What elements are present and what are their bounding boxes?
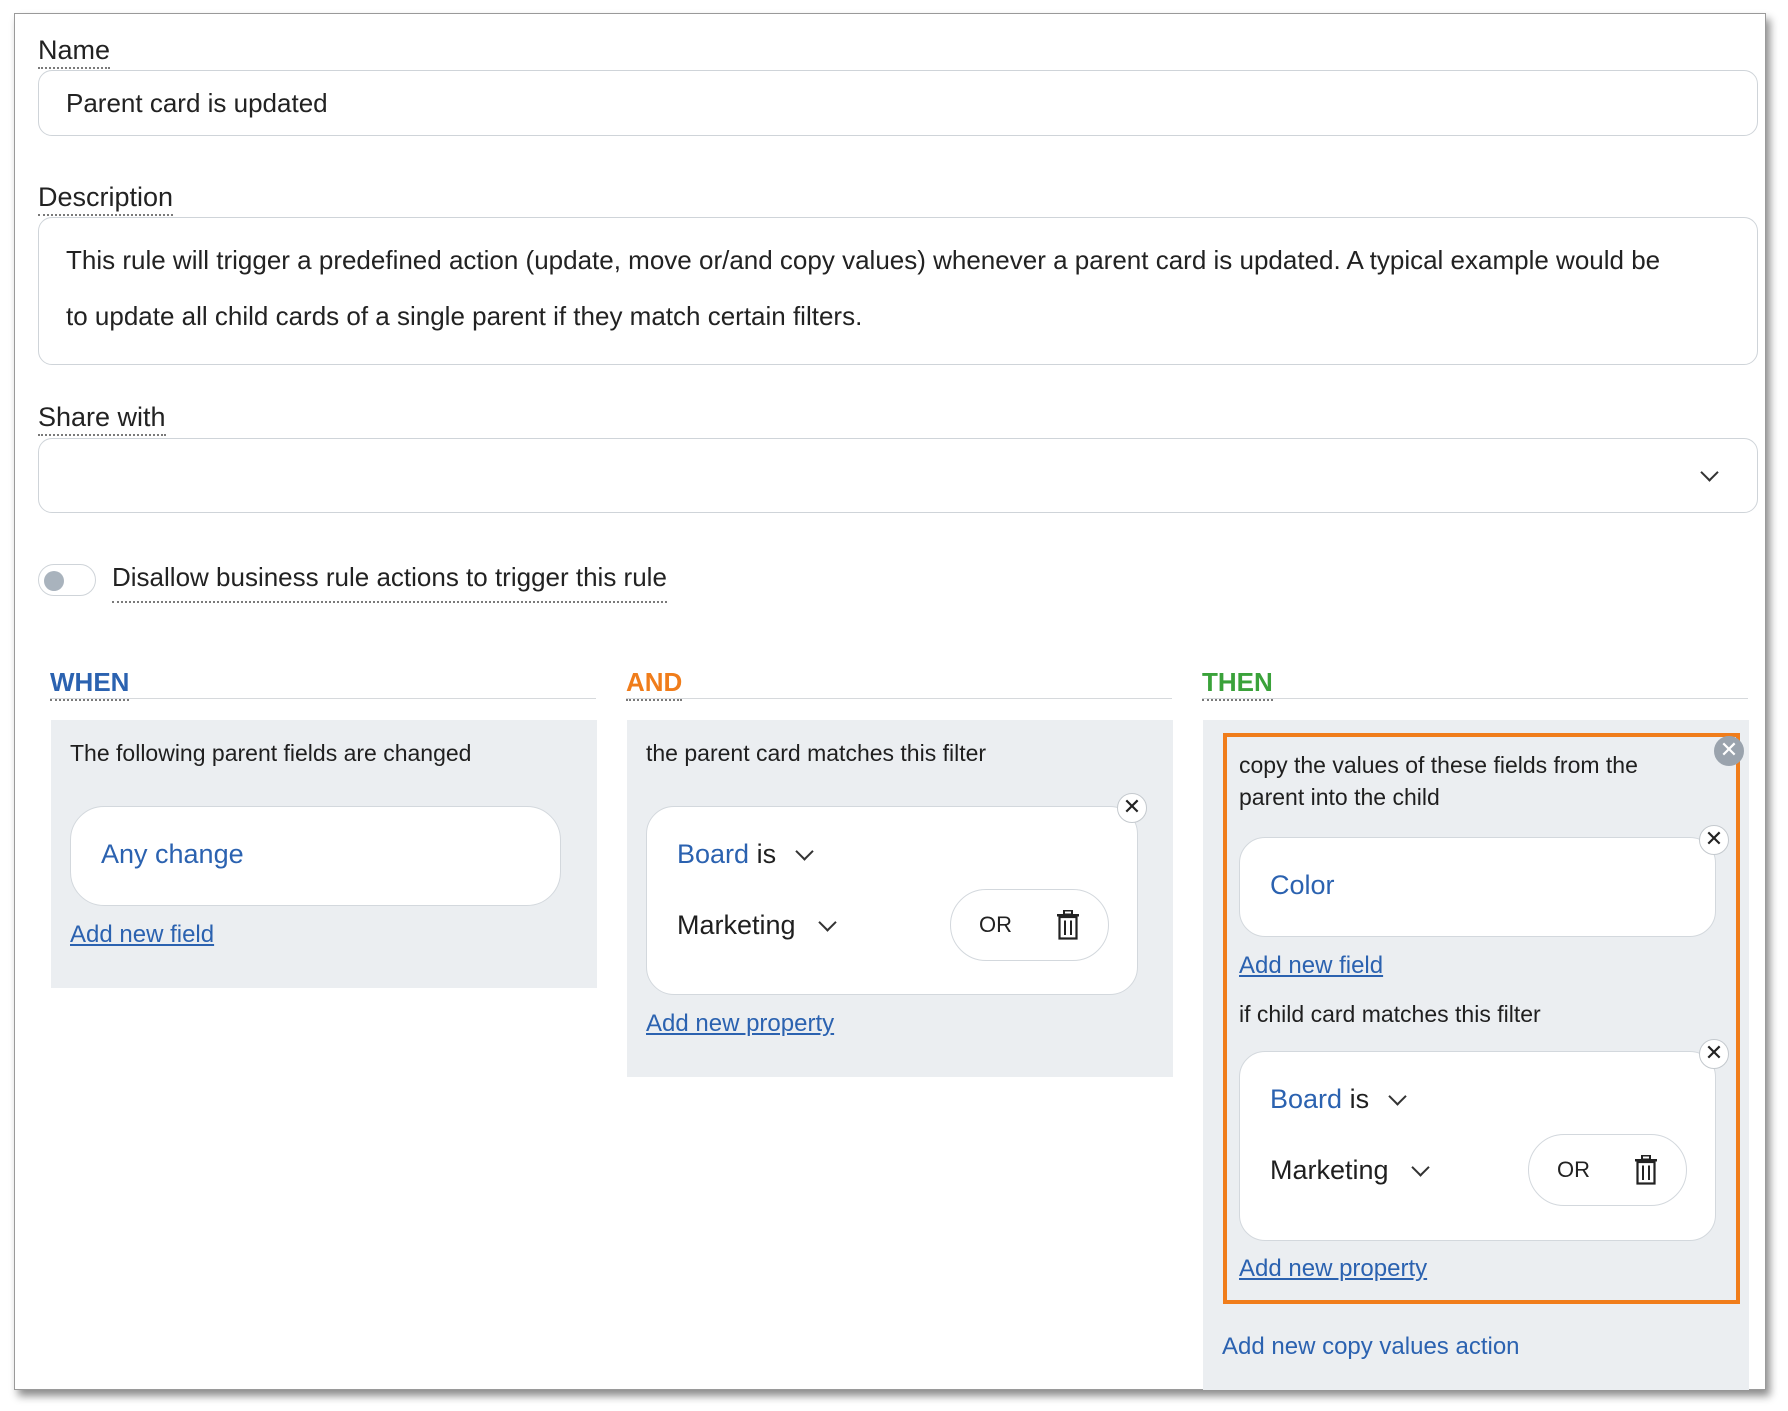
name-label: Name bbox=[38, 34, 111, 69]
name-input-value: Parent card is updated bbox=[66, 88, 328, 118]
name-input[interactable]: Parent card is updated bbox=[38, 70, 1758, 136]
and-panel-title: the parent card matches this filter bbox=[646, 740, 987, 766]
description-label: Description bbox=[38, 181, 174, 216]
then-action-title: copy the values of these fields from the… bbox=[1239, 752, 1638, 810]
when-field-card[interactable]: Any change bbox=[70, 806, 561, 906]
then-filter-remove-button[interactable]: ✕ bbox=[1699, 1039, 1729, 1069]
close-icon: ✕ bbox=[1704, 826, 1724, 851]
chevron-down-icon bbox=[1700, 463, 1719, 482]
and-filter-property: Board bbox=[677, 839, 750, 869]
chevron-down-icon bbox=[794, 842, 814, 861]
and-or-button[interactable]: OR bbox=[979, 912, 1012, 938]
and-or-pill: OR bbox=[950, 889, 1109, 961]
trash-icon[interactable] bbox=[1056, 910, 1080, 940]
then-action-remove-button[interactable]: ✕ bbox=[1714, 736, 1744, 766]
then-add-property-link[interactable]: Add new property bbox=[1239, 1255, 1427, 1283]
trash-icon[interactable] bbox=[1634, 1155, 1658, 1185]
and-filter-value-select[interactable]: Marketing bbox=[677, 910, 837, 941]
then-filter-value: Marketing bbox=[1270, 1155, 1389, 1185]
when-divider bbox=[50, 698, 596, 699]
and-filter-value: Marketing bbox=[677, 910, 796, 940]
disallow-actions-toggle[interactable] bbox=[38, 564, 96, 596]
then-filter-property: Board bbox=[1270, 1084, 1343, 1114]
chevron-down-icon bbox=[818, 913, 837, 932]
then-filter-value-select[interactable]: Marketing bbox=[1270, 1155, 1430, 1186]
then-or-button[interactable]: OR bbox=[1557, 1157, 1590, 1183]
when-panel: The following parent fields are changed … bbox=[51, 720, 597, 988]
and-filter-remove-button[interactable]: ✕ bbox=[1117, 793, 1147, 823]
disallow-actions-label: Disallow business rule actions to trigge… bbox=[112, 561, 667, 603]
share-with-select[interactable] bbox=[38, 438, 1758, 513]
chevron-down-icon bbox=[1387, 1087, 1407, 1106]
then-add-field-link[interactable]: Add new field bbox=[1239, 952, 1383, 980]
and-filter-property-select[interactable]: Board is bbox=[677, 839, 814, 870]
description-textarea[interactable]: This rule will trigger a predefined acti… bbox=[38, 217, 1758, 365]
then-field-value: Color bbox=[1270, 870, 1335, 900]
then-or-pill: OR bbox=[1528, 1134, 1687, 1206]
toggle-knob bbox=[44, 571, 64, 591]
then-heading: THEN bbox=[1202, 666, 1273, 701]
and-heading: AND bbox=[626, 666, 683, 701]
and-add-property-link[interactable]: Add new property bbox=[646, 1010, 834, 1038]
chevron-down-icon bbox=[1411, 1158, 1430, 1177]
when-add-field-link[interactable]: Add new field bbox=[70, 921, 214, 949]
then-divider bbox=[1202, 698, 1748, 699]
add-copy-values-action-link[interactable]: Add new copy values action bbox=[1222, 1333, 1520, 1361]
close-icon: ✕ bbox=[1122, 794, 1142, 819]
and-filter-card: Board is Marketing OR bbox=[646, 806, 1138, 995]
close-icon: ✕ bbox=[1704, 1040, 1724, 1065]
then-filter-card: Board is Marketing OR bbox=[1239, 1051, 1716, 1241]
when-panel-title: The following parent fields are changed bbox=[70, 740, 472, 766]
description-value: This rule will trigger a predefined acti… bbox=[66, 245, 1661, 331]
rule-editor-window: Name Parent card is updated Description … bbox=[14, 13, 1766, 1390]
share-with-label: Share with bbox=[38, 401, 166, 436]
and-divider bbox=[626, 698, 1172, 699]
child-filter-title: if child card matches this filter bbox=[1239, 1001, 1541, 1027]
and-filter-operator: is bbox=[756, 839, 777, 869]
when-field-value: Any change bbox=[101, 839, 244, 869]
and-panel: the parent card matches this filter Boar… bbox=[627, 720, 1173, 1077]
close-icon: ✕ bbox=[1719, 737, 1739, 762]
then-field-remove-button[interactable]: ✕ bbox=[1699, 825, 1729, 855]
then-field-card[interactable]: Color bbox=[1239, 837, 1716, 937]
then-filter-property-select[interactable]: Board is bbox=[1270, 1084, 1407, 1115]
when-heading: WHEN bbox=[50, 666, 130, 701]
then-filter-operator: is bbox=[1349, 1084, 1370, 1114]
